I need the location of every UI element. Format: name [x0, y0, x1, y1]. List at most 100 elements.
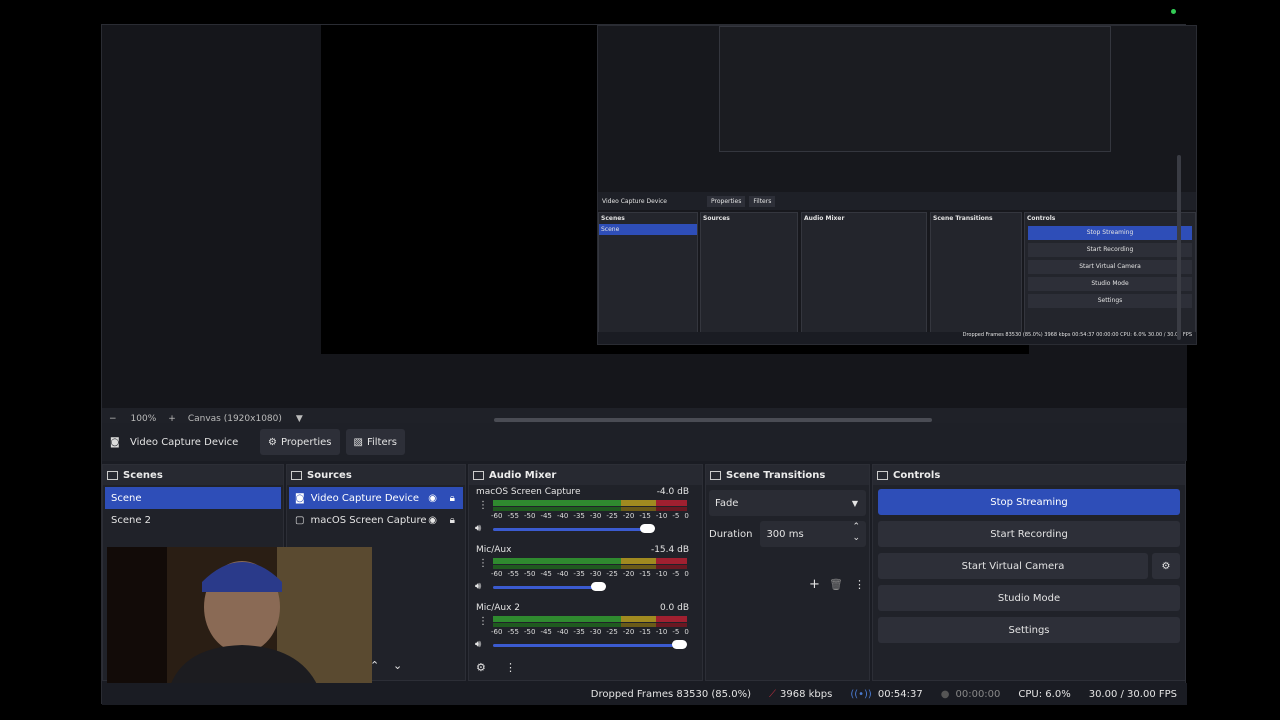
scale-tick: -10 — [655, 628, 668, 636]
start-virtual-camera-button[interactable]: Start Virtual Camera — [878, 553, 1148, 579]
level-meter — [493, 500, 688, 506]
gear-icon: ⚙ — [1161, 560, 1171, 572]
start-recording-button[interactable]: Start Recording — [878, 521, 1180, 547]
properties-label: Properties — [280, 436, 332, 448]
nested-inner-capture — [719, 26, 1111, 152]
studio-mode-button[interactable]: Studio Mode — [878, 585, 1180, 611]
preview-area[interactable]: Video Capture Device Properties Filters … — [102, 25, 1197, 408]
nested-obs-capture: Video Capture Device Properties Filters … — [597, 25, 1197, 345]
scale-tick: -5 — [672, 628, 680, 636]
scenes-title: Scenes — [103, 465, 283, 485]
remove-transition-icon[interactable]: 🗑︎ — [829, 578, 843, 591]
add-transition-icon[interactable]: + — [809, 577, 820, 592]
scale-tick: -30 — [589, 570, 602, 578]
properties-button[interactable]: ⚙ Properties — [260, 429, 340, 455]
stop-streaming-button[interactable]: Stop Streaming — [878, 489, 1180, 515]
stream-icon: ((•)) — [850, 688, 872, 700]
scale-tick: -60 — [491, 512, 503, 520]
filters-button[interactable]: ▧ Filters — [345, 429, 405, 455]
meter-scale: -60 -55 -50 -45 -40 -35 -30 -25 -20 -15 -10 -5 0 — [491, 570, 689, 578]
dropped-frames: Dropped Frames 83530 (85.0%) — [590, 688, 751, 700]
scene-item[interactable]: Scene — [105, 487, 281, 509]
filter-icon: ▧ — [353, 436, 363, 448]
scale-tick: -5 — [672, 512, 680, 520]
source-item[interactable]: ◙ Video Capture Device ◉ 🔒︎ — [289, 487, 463, 509]
sources-title: Sources — [287, 465, 465, 485]
scene-item[interactable]: Scene 2 — [105, 509, 281, 531]
volume-slider-handle[interactable] — [639, 524, 655, 533]
scene-transitions-dock: Scene Transitions Fade ▼ Duration 300 ms… — [705, 464, 870, 681]
chevron-down-icon: ▼ — [851, 498, 858, 508]
preview-horizontal-scrollbar[interactable] — [494, 418, 932, 422]
nested-source-bar: Video Capture Device Properties Filters — [598, 192, 1196, 210]
gear-icon: ⚙ — [268, 436, 277, 448]
scale-tick: -25 — [606, 628, 618, 636]
selected-source-name: Video Capture Device — [130, 436, 239, 448]
virtual-camera-settings-button[interactable]: ⚙ — [1152, 553, 1180, 579]
status-indicator-dot — [1171, 9, 1176, 14]
scale-tick: -15 — [639, 628, 651, 636]
scale-tick: -20 — [622, 512, 635, 520]
scale-tick: -30 — [589, 512, 602, 520]
bitrate: 3968 kbps — [779, 688, 833, 700]
volume-slider[interactable] — [493, 528, 648, 531]
dock-icon — [107, 470, 118, 480]
nested-sources: Sources — [700, 212, 798, 342]
speaker-icon[interactable]: 🔊︎ — [475, 581, 481, 592]
bitrate-icon: ⟋ — [768, 688, 776, 700]
preview-vertical-scrollbar[interactable] — [1177, 155, 1181, 340]
controls-title: Controls — [873, 465, 1185, 485]
scale-tick: -55 — [507, 512, 519, 520]
scale-tick: -20 — [622, 570, 635, 578]
source-item[interactable]: ▢ macOS Screen Capture ◉ 🔒︎ — [289, 509, 463, 531]
mixer-menu-icon[interactable]: ⋮ — [505, 661, 516, 674]
eye-icon[interactable]: ◉ — [428, 493, 437, 504]
volume-slider[interactable] — [493, 586, 600, 589]
speaker-icon[interactable]: 🔊︎ — [475, 639, 481, 650]
nested-status: Dropped Frames 83530 (85.0%) 3968 kbps 0… — [598, 332, 1196, 344]
dock-icon — [473, 470, 484, 480]
preview-canvas: Video Capture Device Properties Filters … — [321, 25, 1197, 354]
cpu-usage: CPU: 6.0% — [1018, 688, 1071, 700]
lock-icon[interactable]: 🔒︎ — [450, 493, 455, 504]
stepper-icon[interactable]: ⌃ ⌄ — [852, 522, 860, 544]
status-bar: Dropped Frames 83530 (85.0%) ⟋ 3968 kbps… — [102, 683, 1187, 705]
volume-slider-handle[interactable] — [672, 640, 687, 649]
lock-icon[interactable]: 🔒︎ — [450, 515, 455, 526]
mixer-channel: macOS Screen Capture -4.0 dB ⋮ -60 -55 -50 -45… — [469, 485, 702, 543]
volume-slider-handle[interactable] — [591, 582, 607, 591]
scale-tick: -10 — [655, 570, 668, 578]
record-icon: ● — [940, 688, 950, 700]
settings-button[interactable]: Settings — [878, 617, 1180, 643]
channel-menu-icon[interactable]: ⋮ — [478, 559, 488, 569]
nested-controls: Controls Stop Streaming Start Recording … — [1024, 212, 1196, 342]
level-meter — [493, 616, 688, 622]
scale-tick: -40 — [556, 628, 569, 636]
mixer-channel: Mic/Aux 2 0.0 dB ⋮ -60 -55 -50 -45 -40 -35 -30 -25… — [469, 601, 702, 659]
volume-slider[interactable] — [493, 644, 680, 647]
eye-icon[interactable]: ◉ — [428, 515, 437, 526]
level-meter — [493, 558, 688, 564]
channel-db: -15.4 dB — [650, 545, 689, 555]
dock-icon — [877, 470, 888, 480]
source-toolbar: ◙ Video Capture Device ⚙ Properties ▧ Fi… — [102, 423, 1187, 461]
move-down-icon[interactable]: ⌄ — [393, 659, 402, 672]
scale-tick: -25 — [606, 512, 618, 520]
mixer-settings-icon[interactable]: ⚙ — [476, 661, 486, 674]
scene-transitions-title: Scene Transitions — [706, 465, 869, 485]
camera-icon: ◙ — [110, 436, 120, 448]
channel-menu-icon[interactable]: ⋮ — [478, 617, 488, 627]
channel-name: Mic/Aux — [476, 545, 512, 555]
transition-menu-icon[interactable]: ⋮ — [854, 578, 865, 591]
scale-tick: -55 — [507, 570, 519, 578]
duration-input[interactable]: 300 ms ⌃ ⌄ — [760, 521, 866, 547]
meter-scale: -60 -55 -50 -45 -40 -35 -30 -25 -20 -15 -10 -5 0 — [491, 628, 689, 636]
level-meter-secondary — [493, 623, 688, 627]
speaker-icon[interactable]: 🔊︎ — [475, 523, 481, 534]
transition-select[interactable]: Fade ▼ — [709, 490, 866, 516]
monitor-icon: ▢ — [295, 514, 305, 526]
level-meter-secondary — [493, 507, 688, 511]
nested-mixer: Audio Mixer — [801, 212, 927, 342]
scale-tick: -50 — [523, 570, 536, 578]
channel-menu-icon[interactable]: ⋮ — [478, 501, 488, 511]
